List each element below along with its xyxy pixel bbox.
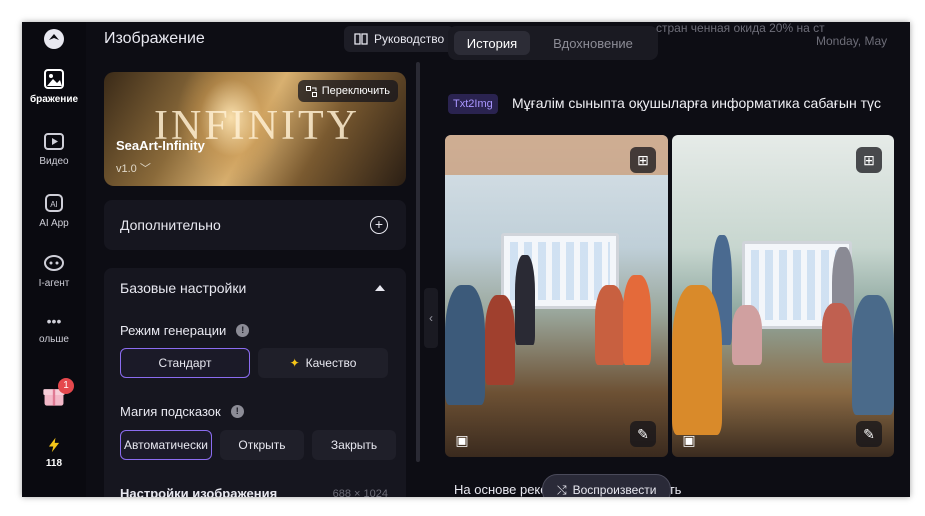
reproduce-label: Воспроизвести: [572, 483, 657, 497]
student-figure: [822, 303, 852, 363]
sidebar-item-label: I-агент: [38, 278, 70, 289]
lightning-icon: [48, 437, 60, 453]
student-figure: [485, 295, 515, 385]
history-area: История Вдохновение стран ченная окида 2…: [442, 22, 910, 497]
sidebar-item-ai-app[interactable]: AI AI App: [22, 192, 86, 229]
generated-image-2[interactable]: ⊞ ▣ ✎: [672, 135, 894, 457]
guide-button-label: Руководство: [374, 32, 445, 46]
panel-title: Изображение: [104, 30, 205, 47]
student-figure: [672, 285, 722, 435]
video-icon: [44, 133, 64, 150]
notification-badge: 1: [58, 378, 74, 394]
model-card[interactable]: INFINITY Переключить SeaArt-Infinity v1.…: [104, 72, 406, 186]
sidebar-item-credits[interactable]: 118: [22, 436, 86, 469]
tab-inspiration[interactable]: Вдохновение: [538, 31, 648, 55]
magic-open-button[interactable]: Открыть: [220, 430, 304, 460]
faded-line-2: Monday, May: [816, 34, 888, 48]
mode-standard-label: Стандарт: [158, 356, 212, 370]
generation-mode-label: Режим генерации !: [120, 323, 250, 338]
model-version-select[interactable]: v1.0 ﹀: [116, 160, 151, 176]
switch-icon: [305, 85, 317, 97]
sidebar-item-logo[interactable]: [22, 28, 86, 54]
advanced-section[interactable]: Дополнительно +: [104, 200, 406, 250]
student-figure: [595, 285, 625, 365]
svg-text:AI: AI: [50, 200, 58, 209]
guide-button[interactable]: Руководство: [344, 26, 455, 52]
sidebar-item-label: AI App: [39, 218, 69, 229]
info-icon[interactable]: !: [230, 405, 244, 418]
book-icon: [354, 33, 368, 45]
chevron-down-icon: ﹀: [139, 163, 151, 175]
sidebar-item-more[interactable]: ••• ольше: [22, 314, 86, 345]
basic-settings-section: Базовые настройки Режим генерации ! Стан…: [104, 268, 406, 497]
magic-auto-button[interactable]: Автоматически: [120, 430, 212, 460]
sparkle-icon: ✦: [289, 356, 300, 370]
generation-mode-text: Режим генерации: [120, 323, 227, 338]
expand-icon[interactable]: ⊞: [856, 147, 882, 173]
switch-model-button[interactable]: Переключить: [297, 80, 398, 102]
magic-auto-label: Автоматически: [124, 438, 208, 452]
more-icon: •••: [46, 313, 62, 329]
image-size: 688 × 1024: [332, 488, 388, 497]
mode-quality-label: Качество: [305, 356, 357, 370]
model-name: SeaArt-Infinity: [116, 138, 205, 153]
panel-scrollbar[interactable]: [416, 62, 420, 462]
edit-icon[interactable]: ✎: [856, 421, 882, 447]
student-figure: [852, 295, 894, 415]
sidebar-item-label: Видео: [39, 156, 69, 167]
sidebar-item-label: ольше: [39, 334, 69, 345]
chevron-left-icon: ‹: [429, 311, 433, 325]
agent-icon: [44, 255, 64, 271]
magic-close-label: Закрыть: [330, 438, 378, 452]
tab-history[interactable]: История: [454, 31, 530, 55]
prompt-text[interactable]: Мұғалім сыныпта оқушыларға информатика с…: [512, 95, 881, 111]
save-icon[interactable]: ▣: [449, 427, 475, 453]
prompt-magic-text: Магия подсказок: [120, 404, 221, 419]
model-version: v1.0: [116, 163, 137, 175]
switch-model-label: Переключить: [321, 85, 390, 97]
edit-icon[interactable]: ✎: [630, 421, 656, 447]
student-figure: [623, 275, 651, 365]
logo-icon: [44, 29, 64, 49]
plus-icon[interactable]: +: [370, 216, 388, 234]
generated-image-1[interactable]: ⊞ ▣ ✎: [445, 135, 668, 457]
image-icon: [44, 69, 64, 89]
reproduce-button[interactable]: ⤭ Воспроизвести: [542, 474, 672, 497]
prompt-magic-label: Магия подсказок !: [120, 404, 244, 419]
expand-icon[interactable]: ⊞: [630, 147, 656, 173]
faded-header-text: стран ченная окида 20% на ст Monday, May: [656, 22, 887, 48]
advanced-label: Дополнительно: [120, 217, 221, 233]
teacher-figure: [515, 255, 535, 345]
view-tabs: История Вдохновение: [448, 26, 658, 60]
image-settings-text: Настройки изображения: [120, 486, 278, 497]
sidebar-item-video[interactable]: Видео: [22, 130, 86, 167]
magic-open-label: Открыть: [238, 438, 286, 452]
save-icon[interactable]: ▣: [676, 427, 702, 453]
reproduce-icon: ⤭: [557, 482, 567, 497]
student-figure: [732, 305, 762, 365]
chevron-up-icon[interactable]: [374, 284, 386, 292]
credits-count: 118: [45, 458, 63, 469]
mode-quality-button[interactable]: ✦ Качество: [258, 348, 388, 378]
ai-app-icon: AI: [45, 194, 63, 212]
settings-panel: Изображение Руководство INFINITY Переклю…: [86, 22, 455, 497]
student-figure: [445, 285, 485, 405]
sidebar-item-label: бражение: [29, 94, 79, 105]
basic-settings-label: Базовые настройки: [120, 280, 247, 296]
mode-standard-button[interactable]: Стандарт: [120, 348, 250, 378]
sidebar-item-image[interactable]: бражение: [22, 68, 86, 105]
image-settings-label: Настройки изображения: [120, 486, 277, 497]
app-window: бражение Видео AI AI App I-агент ••• оль…: [22, 22, 910, 497]
txt2img-tag: Txt2Img: [448, 94, 498, 114]
info-icon[interactable]: !: [236, 324, 250, 337]
magic-close-button[interactable]: Закрыть: [312, 430, 396, 460]
sidebar-item-agent[interactable]: I-агент: [22, 252, 86, 289]
collapse-panel-button[interactable]: ‹: [424, 288, 438, 348]
sidebar-item-gift[interactable]: 1: [22, 378, 86, 412]
icon-rail: бражение Видео AI AI App I-агент ••• оль…: [22, 22, 86, 497]
